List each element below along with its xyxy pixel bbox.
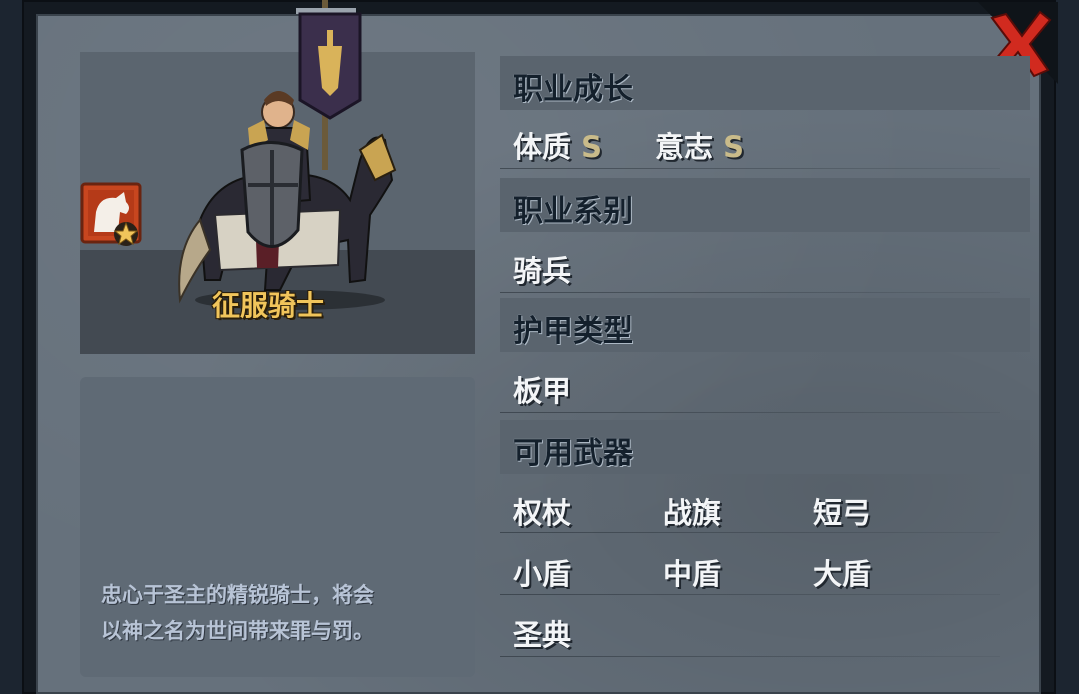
divider — [500, 292, 1000, 293]
section-header-class-type: 职业系别 — [500, 178, 1030, 232]
class-type-value: 骑兵 — [513, 254, 572, 288]
will-label: 意志 — [655, 130, 714, 164]
weapon-item: 圣典 — [513, 618, 572, 652]
weapon-item: 短弓 — [813, 496, 872, 530]
constitution-stat: 体质 S — [513, 124, 602, 166]
horse-class-icon[interactable] — [80, 182, 142, 248]
banner-icon — [298, 12, 362, 120]
growth-title: 职业成长 — [513, 72, 633, 107]
divider — [500, 532, 1000, 533]
will-grade: S — [723, 130, 745, 164]
section-header-growth: 职业成长 — [500, 56, 1030, 110]
section-header-weapons: 可用武器 — [500, 420, 1030, 474]
weapon-item: 大盾 — [813, 557, 872, 591]
class-type-title: 职业系别 — [513, 194, 633, 229]
divider — [500, 168, 1000, 169]
weapon-item: 战旗 — [663, 496, 722, 530]
constitution-label: 体质 — [513, 130, 572, 164]
description-line-1: 忠心于圣主的精锐骑士，将会 — [101, 583, 374, 607]
description-line-2: 以神之名为世间带来罪与罚。 — [101, 619, 374, 643]
divider — [500, 594, 1000, 595]
unit-description: 忠心于圣主的精锐骑士，将会 以神之名为世间带来罪与罚。 — [101, 577, 461, 649]
weapons-title: 可用武器 — [513, 436, 633, 471]
weapon-item: 权杖 — [513, 496, 572, 530]
unit-name: 征服骑士 — [212, 289, 325, 322]
star-icon — [113, 221, 139, 246]
armor-title: 护甲类型 — [513, 314, 633, 349]
weapon-item: 中盾 — [663, 557, 722, 591]
section-header-armor: 护甲类型 — [500, 298, 1030, 352]
divider — [500, 412, 1000, 413]
will-stat: 意志 S — [655, 124, 744, 166]
armor-value: 板甲 — [513, 374, 572, 408]
divider — [500, 656, 1000, 657]
weapon-item: 小盾 — [513, 557, 572, 591]
constitution-grade: S — [581, 130, 603, 164]
